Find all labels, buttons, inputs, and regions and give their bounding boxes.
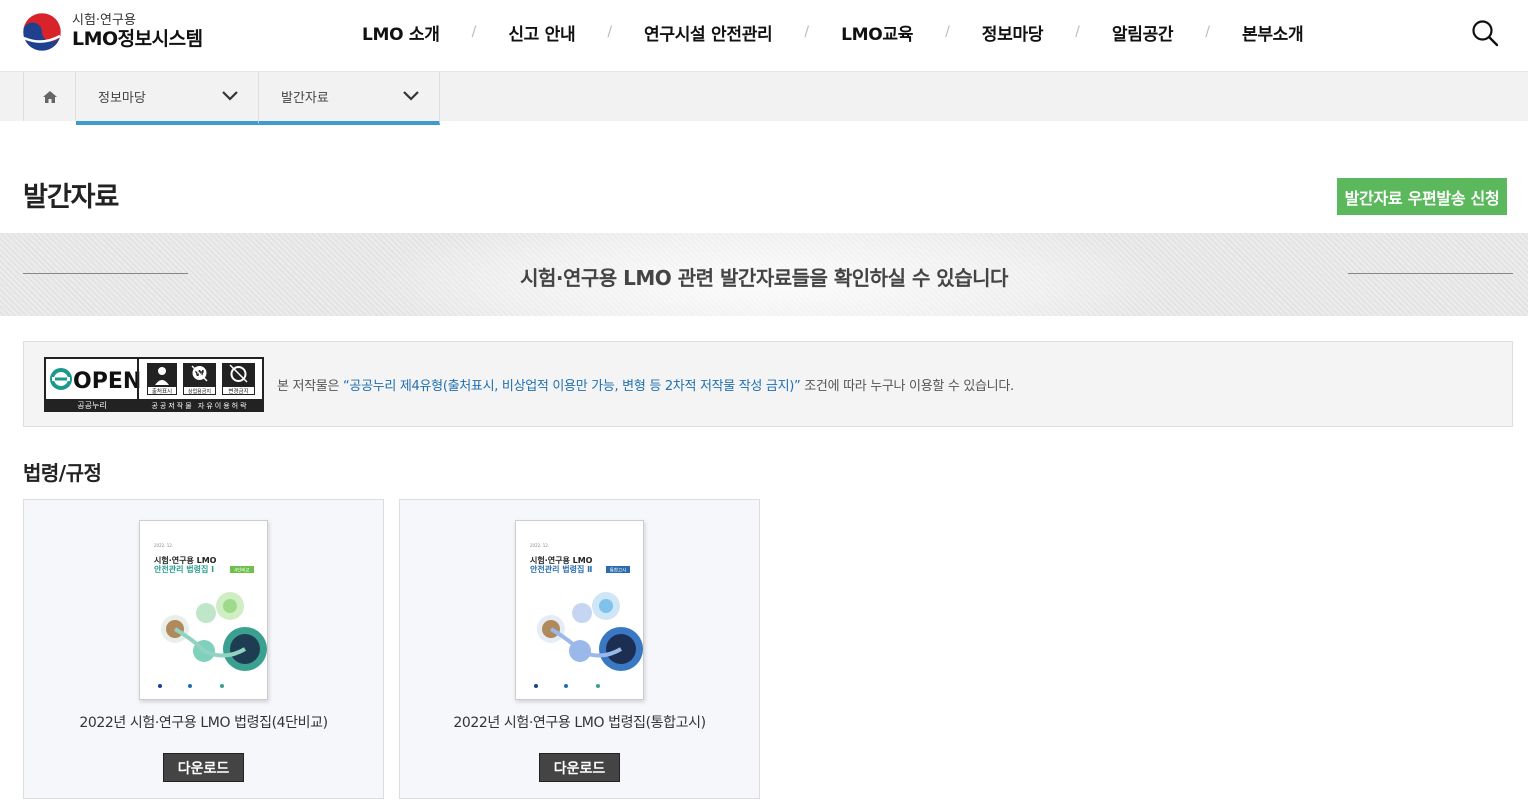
chevron-down-icon: [222, 91, 238, 101]
svg-text:안전관리 법령집 Ⅰ: 안전관리 법령집 Ⅰ: [154, 564, 214, 574]
kogl-label-noncommercial: 상업용금지: [188, 388, 211, 395]
logo-title: LMO정보시스템: [72, 27, 203, 50]
kogl-name-text: 공공누리: [77, 401, 106, 410]
chevron-down-icon: [403, 91, 419, 101]
svg-text:2022. 12.: 2022. 12.: [154, 543, 173, 548]
site-header: 시험·연구용 LMO정보시스템 LMO 소개 / 신고 안내 / 연구시설 안전…: [0, 0, 1528, 72]
svg-text:시험·연구용 LMO: 시험·연구용 LMO: [154, 555, 217, 565]
license-text-before: 본 저작물은: [277, 379, 343, 394]
breadcrumb-level1-label: 정보마당: [98, 91, 146, 106]
svg-text:통합고시: 통합고시: [610, 567, 627, 574]
breadcrumb-dropdown-level2[interactable]: 발간자료: [259, 72, 440, 125]
publication-card: 2022. 12. 시험·연구용 LMO 안전관리 법령집 Ⅰ 4단비교 202…: [23, 499, 384, 799]
license-text: 본 저작물은 “공공누리 제4유형(출처표시, 비상업적 이용만 가능, 변형 …: [277, 375, 1014, 394]
page-title: 발간자료: [23, 182, 119, 213]
kogl-attribution-icon: 출처표시: [147, 363, 177, 395]
nav-item-lmo-intro[interactable]: LMO 소개: [330, 20, 472, 45]
kogl-open-text: OPEN: [73, 369, 141, 394]
publication-cover-image[interactable]: 2022. 12. 시험·연구용 LMO 안전관리 법령집 Ⅱ 통합고시: [515, 520, 644, 700]
kogl-slogan-text: 공공저작물 자유이용허락: [151, 401, 248, 410]
license-notice: OPEN 공공누리 공공저작물 자유이용허락 출처표시 ₩ 상업용금지: [23, 341, 1513, 427]
nav-item-lmo-education[interactable]: LMO교육: [809, 20, 945, 45]
page-banner: 시험·연구용 LMO 관련 발간자료들을 확인하실 수 있습니다: [0, 233, 1528, 316]
main-nav: LMO 소개 / 신고 안내 / 연구시설 안전관리 / LMO교육 / 정보마…: [330, 0, 1335, 64]
logo-subtitle: 시험·연구용: [72, 12, 136, 28]
publication-cover-image[interactable]: 2022. 12. 시험·연구용 LMO 안전관리 법령집 Ⅰ 4단비교: [139, 520, 268, 700]
nav-item-hq-intro[interactable]: 본부소개: [1210, 20, 1335, 45]
cover-illustration: 2022. 12. 시험·연구용 LMO 안전관리 법령집 Ⅱ 통합고시: [530, 543, 643, 688]
nav-item-notice[interactable]: 알림공간: [1080, 20, 1205, 45]
mail-request-button[interactable]: 발간자료 우편발송 신청: [1337, 178, 1507, 215]
breadcrumb-level2-label: 발간자료: [281, 91, 329, 106]
download-button[interactable]: 다운로드: [539, 753, 620, 782]
kogl-badge: OPEN 공공누리 공공저작물 자유이용허락 출처표시 ₩ 상업용금지: [44, 357, 264, 412]
home-icon: [42, 90, 57, 103]
banner-text: 시험·연구용 LMO 관련 발간자료들을 확인하실 수 있습니다: [520, 266, 1008, 290]
svg-text:2022. 12.: 2022. 12.: [530, 543, 549, 548]
publication-title: 2022년 시험·연구용 LMO 법령집(통합고시): [453, 715, 706, 731]
download-button[interactable]: 다운로드: [163, 753, 244, 782]
breadcrumb-dropdown-level1[interactable]: 정보마당: [76, 72, 259, 125]
svg-text:시험·연구용 LMO: 시험·연구용 LMO: [530, 555, 593, 565]
nav-item-report-guide[interactable]: 신고 안내: [476, 20, 607, 45]
license-text-after: 조건에 따라 누구나 이용할 수 있습니다.: [800, 379, 1014, 394]
svg-text:안전관리 법령집 Ⅱ: 안전관리 법령집 Ⅱ: [530, 564, 592, 574]
breadcrumb-home[interactable]: [23, 72, 76, 121]
site-logo[interactable]: 시험·연구용 LMO정보시스템: [22, 12, 203, 52]
publication-title: 2022년 시험·연구용 LMO 법령집(4단비교): [79, 715, 328, 731]
nav-item-info[interactable]: 정보마당: [950, 20, 1075, 45]
taegeuk-logo-icon: [22, 12, 62, 52]
cover-illustration: 2022. 12. 시험·연구용 LMO 안전관리 법령집 Ⅰ 4단비교: [154, 543, 267, 688]
publication-card: 2022. 12. 시험·연구용 LMO 안전관리 법령집 Ⅱ 통합고시 202…: [399, 499, 760, 799]
search-icon[interactable]: [1470, 18, 1500, 48]
license-text-highlight: “공공누리 제4유형(출처표시, 비상업적 이용만 가능, 변형 등 2차적 저…: [342, 379, 801, 394]
kogl-noderivative-icon: 변경금지: [222, 363, 255, 395]
kogl-noncommercial-icon: ₩ 상업용금지: [183, 363, 216, 395]
section-title: 법령/규정: [23, 461, 102, 485]
svg-text:4단비교: 4단비교: [234, 567, 249, 574]
kogl-label-attribution: 출처표시: [152, 387, 172, 395]
nav-item-facility-safety[interactable]: 연구시설 안전관리: [612, 20, 804, 45]
breadcrumb: 정보마당 발간자료: [0, 72, 1528, 125]
kogl-type4-icon: OPEN 공공누리 공공저작물 자유이용허락 출처표시 ₩ 상업용금지: [46, 359, 262, 410]
kogl-label-noderivative: 변경금지: [228, 387, 248, 395]
